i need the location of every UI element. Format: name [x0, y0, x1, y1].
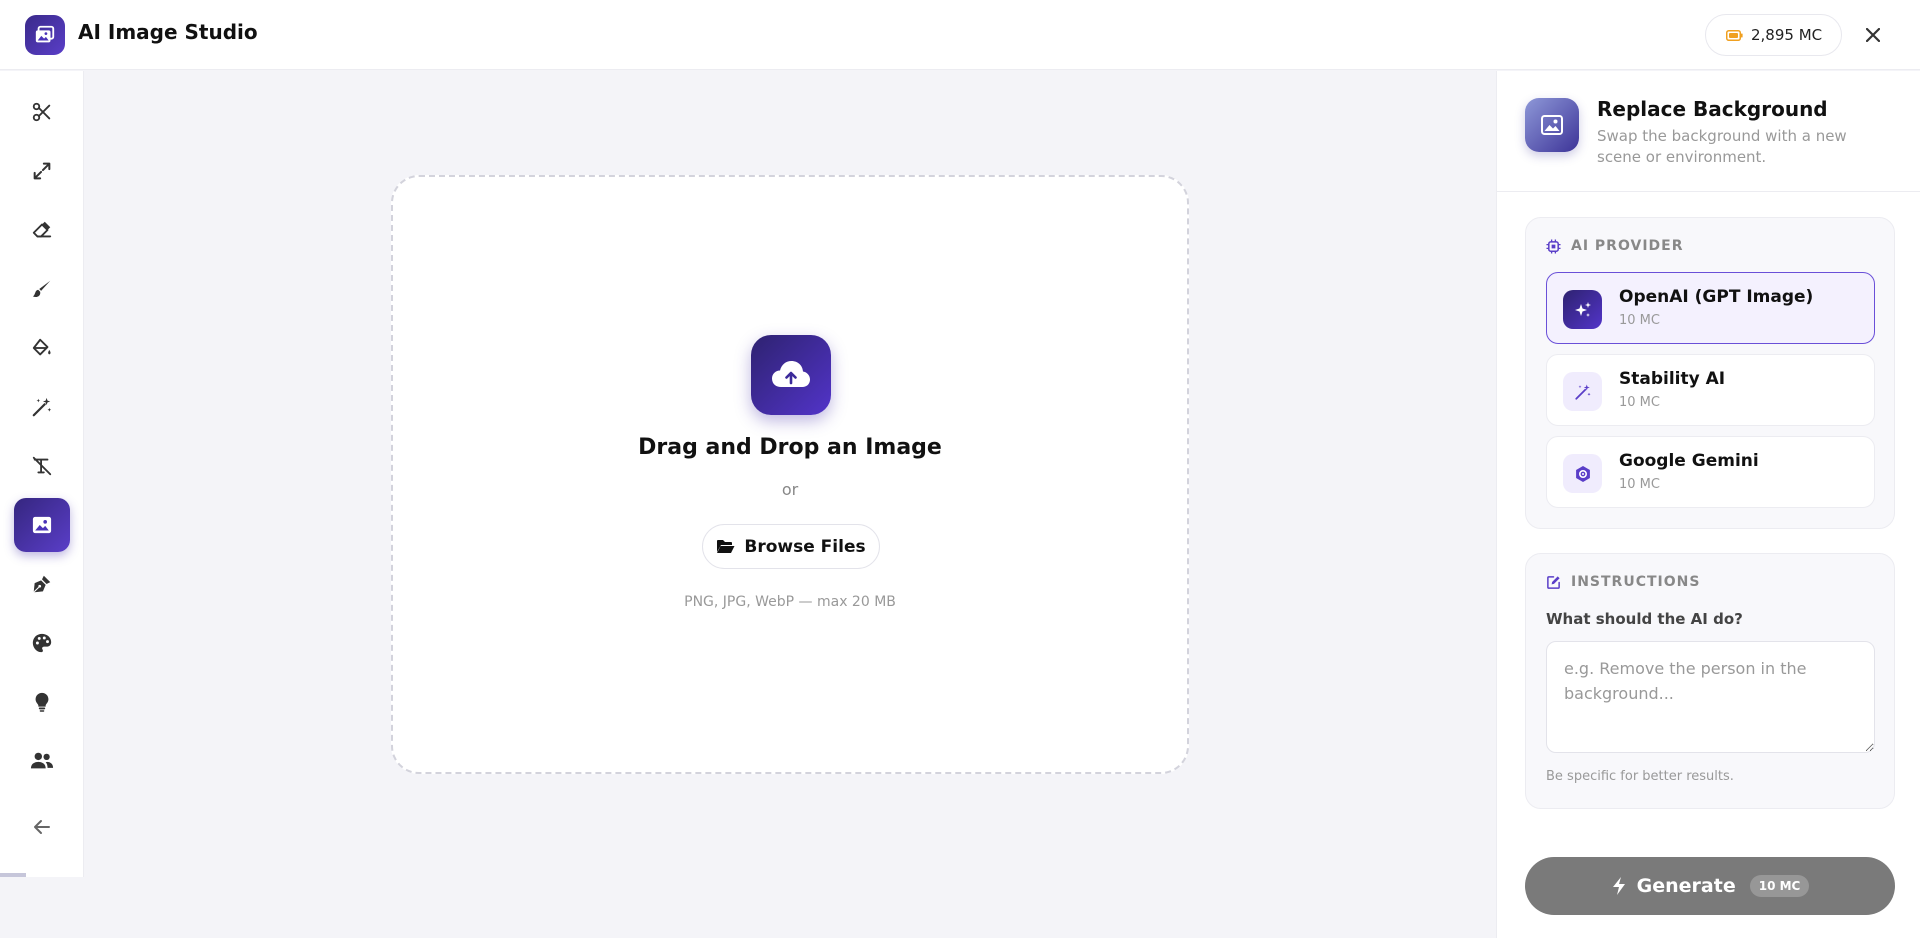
credits-amount: 2,895 MC [1751, 26, 1823, 44]
sidebar-item-remove-text[interactable] [14, 439, 70, 493]
tool-sidebar [0, 71, 84, 877]
palette-icon [32, 633, 52, 653]
generate-cost-badge: 10 MC [1749, 875, 1810, 897]
pen-nib-icon [33, 575, 51, 593]
users-icon [30, 752, 54, 769]
brush-icon [32, 280, 51, 298]
settings-panel: Replace Background Swap the background w… [1496, 71, 1920, 938]
provider-heading-label: AI PROVIDER [1571, 238, 1684, 254]
image-icon [1541, 115, 1563, 135]
image-icon [35, 25, 55, 43]
tool-title: Replace Background [1597, 97, 1828, 121]
instructions-input[interactable] [1546, 641, 1875, 753]
bolt-icon [1612, 877, 1625, 895]
sidebar-item-enhance[interactable] [14, 380, 70, 434]
provider-name: OpenAI (GPT Image) [1619, 287, 1814, 307]
provider-card: AI PROVIDER OpenAI (GPT Image) 10 MC Sta… [1525, 217, 1895, 529]
provider-option-stability[interactable]: Stability AI 10 MC [1546, 354, 1875, 426]
sidebar-item-fill[interactable] [14, 321, 70, 375]
eraser-icon [32, 221, 52, 238]
scissors-icon [32, 102, 51, 122]
gemini-icon [1575, 465, 1590, 482]
image-icon [32, 516, 52, 534]
sidebar-scrollbar[interactable] [0, 873, 26, 877]
provider-cost: 10 MC [1619, 395, 1660, 410]
cloud-upload-icon [772, 361, 810, 387]
instructions-heading-label: INSTRUCTIONS [1571, 574, 1701, 590]
sidebar-item-people[interactable] [14, 734, 70, 788]
provider-cost: 10 MC [1619, 477, 1660, 492]
tool-icon-badge [1525, 98, 1579, 152]
lightbulb-icon [35, 692, 49, 712]
provider-icon [1563, 454, 1602, 493]
generate-button[interactable]: Generate 10 MC [1525, 857, 1895, 915]
instructions-hint: Be specific for better results. [1546, 769, 1734, 784]
close-button[interactable] [1860, 20, 1886, 50]
close-icon [1866, 28, 1880, 42]
sidebar-item-cut[interactable] [14, 85, 70, 139]
provider-option-gemini[interactable]: Google Gemini 10 MC [1546, 436, 1875, 508]
app-header: AI Image Studio 2,895 MC [0, 0, 1920, 70]
chip-icon [1546, 238, 1561, 254]
generate-label: Generate [1636, 875, 1736, 897]
remove-text-icon [32, 456, 52, 476]
folder-open-icon [717, 540, 735, 553]
expand-icon [33, 162, 51, 180]
sidebar-item-draw[interactable] [14, 557, 70, 611]
dropzone-or: or [781, 480, 799, 499]
battery-icon [1726, 29, 1743, 41]
credits-balance[interactable]: 2,895 MC [1705, 14, 1843, 56]
provider-option-openai[interactable]: OpenAI (GPT Image) 10 MC [1546, 272, 1875, 344]
dropzone-title: Drag and Drop an Image [638, 435, 942, 460]
sidebar-item-ideas[interactable] [14, 675, 70, 729]
provider-icon [1563, 372, 1602, 411]
sidebar-item-erase[interactable] [14, 203, 70, 257]
instructions-label: What should the AI do? [1546, 610, 1743, 628]
magic-wand-icon [1574, 384, 1590, 400]
image-dropzone[interactable]: Drag and Drop an Image or Browse Files P… [391, 175, 1189, 774]
arrow-left-icon [34, 820, 50, 834]
sidebar-item-replace-background[interactable] [14, 498, 70, 552]
sidebar-item-brush[interactable] [14, 262, 70, 316]
magic-wand-icon [32, 397, 52, 417]
dropzone-hint: PNG, JPG, WebP — max 20 MB [684, 594, 896, 610]
sidebar-item-upscale[interactable] [14, 144, 70, 198]
tool-description: Swap the background with a new scene or … [1597, 127, 1847, 166]
sparkles-icon [1574, 301, 1591, 317]
paint-bucket-icon [32, 338, 51, 356]
provider-cost: 10 MC [1619, 313, 1660, 328]
app-title: AI Image Studio [78, 20, 258, 44]
browse-files-label: Browse Files [744, 536, 866, 557]
sidebar-item-colorize[interactable] [14, 616, 70, 670]
provider-name: Stability AI [1619, 369, 1726, 389]
provider-icon [1563, 290, 1602, 329]
app-logo [25, 15, 65, 55]
edit-icon [1547, 575, 1560, 589]
instructions-card: INSTRUCTIONS What should the AI do? Be s… [1525, 553, 1895, 809]
upload-badge [751, 335, 831, 415]
sidebar-collapse-button[interactable] [14, 800, 70, 854]
browse-files-button[interactable]: Browse Files [702, 524, 880, 569]
instructions-heading: INSTRUCTIONS [1546, 574, 1700, 590]
provider-name: Google Gemini [1619, 451, 1759, 471]
tool-header: Replace Background Swap the background w… [1497, 71, 1920, 192]
provider-heading: AI PROVIDER [1546, 238, 1684, 254]
